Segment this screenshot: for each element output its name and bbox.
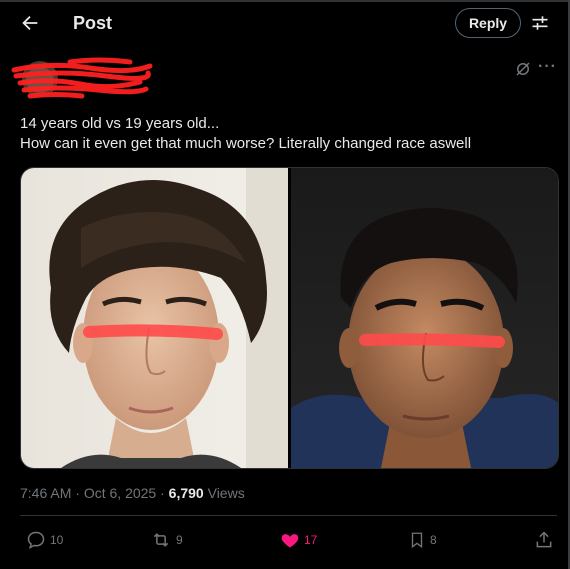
reply-action[interactable]: 10	[26, 530, 63, 550]
views-label: Views	[207, 485, 245, 501]
repost-action[interactable]: 9	[150, 530, 183, 550]
post-line-1: 14 years old vs 19 years old...	[20, 115, 220, 132]
share-action[interactable]	[534, 530, 554, 550]
window-top-border	[0, 0, 570, 2]
photo-grid	[21, 168, 558, 468]
sliders-icon[interactable]	[530, 13, 550, 33]
meta-separator: ·	[75, 485, 84, 501]
photo-right	[291, 168, 558, 468]
views-count: 6,790	[168, 485, 204, 501]
divider	[20, 515, 557, 516]
repost-icon	[153, 533, 169, 547]
reply-icon	[27, 531, 45, 549]
like-action[interactable]: 17	[280, 530, 317, 550]
reply-button[interactable]: Reply	[455, 8, 521, 38]
more-icon[interactable]: ···	[538, 58, 557, 76]
grok-icon[interactable]	[514, 60, 532, 78]
post-meta: 7:46 AM · Oct 6, 2025 · 6,790 Views	[20, 485, 245, 501]
post-text: 14 years old vs 19 years old... How can …	[20, 114, 550, 154]
photo-left	[21, 168, 288, 468]
repost-count: 9	[176, 533, 183, 547]
post-media[interactable]	[20, 167, 559, 469]
post-time[interactable]: 7:46 AM	[20, 485, 71, 501]
like-count: 17	[304, 533, 318, 547]
reply-count: 10	[50, 533, 64, 547]
heart-icon	[281, 534, 299, 548]
redaction-scribble	[11, 57, 153, 99]
post-line-2: How can it even get that much worse? Lit…	[20, 135, 472, 152]
bookmark-count: 8	[430, 533, 437, 547]
bookmark-action[interactable]: 8	[408, 530, 437, 550]
post-header: Post Reply	[0, 4, 570, 42]
post-date[interactable]: Oct 6, 2025	[84, 485, 156, 501]
bookmark-icon	[411, 532, 423, 549]
back-arrow-icon[interactable]	[19, 12, 41, 34]
page-title: Post	[73, 13, 113, 33]
share-icon	[536, 531, 552, 548]
meta-separator: ·	[160, 485, 169, 501]
